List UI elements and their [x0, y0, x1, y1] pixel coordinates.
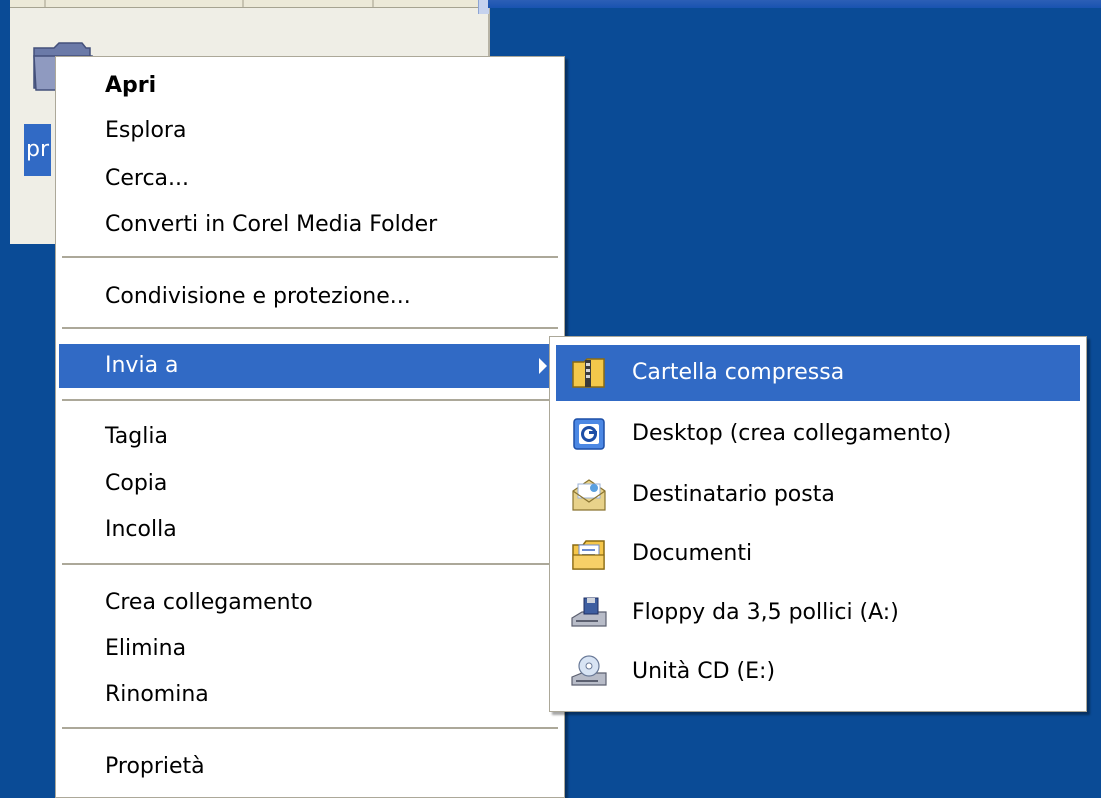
zip-folder-icon: [572, 358, 605, 388]
menu-item-properties[interactable]: Proprietà: [59, 745, 561, 789]
submenu-item-mail-recipient[interactable]: Destinatario posta: [556, 467, 1080, 523]
background-window-column-headers: [0, 0, 488, 8]
submenu-item-label: Destinatario posta: [632, 482, 835, 507]
menu-item-label: Rinomina: [105, 682, 209, 707]
menu-separator: [62, 727, 558, 729]
menu-item-open[interactable]: Apri: [59, 64, 561, 108]
submenu-item-documents[interactable]: Documenti: [556, 526, 1080, 582]
menu-item-label: Elimina: [105, 636, 187, 661]
submenu-item-label: Unità CD (E:): [632, 659, 776, 684]
context-menu: Apri Esplora Cerca... Converti in Corel …: [55, 56, 565, 798]
desktop-folder-label: pr: [24, 124, 52, 176]
menu-item-sharing-security[interactable]: Condivisione e protezione...: [59, 275, 561, 319]
send-to-submenu: Cartella compressa Desktop (crea collega…: [549, 336, 1087, 712]
menu-item-copy[interactable]: Copia: [59, 462, 561, 506]
floppy-drive-icon: [571, 597, 607, 627]
submenu-item-desktop-shortcut[interactable]: Desktop (crea collegamento): [556, 406, 1080, 462]
menu-item-label: Taglia: [105, 424, 168, 449]
column-separator: [44, 0, 46, 7]
menu-item-cut[interactable]: Taglia: [59, 415, 561, 459]
submenu-item-label: Floppy da 3,5 pollici (A:): [632, 600, 899, 625]
menu-item-search[interactable]: Cerca...: [59, 157, 561, 201]
desktop-edge: [0, 0, 10, 244]
menu-separator: [62, 399, 558, 401]
menu-separator: [62, 563, 558, 565]
documents-folder-icon: [572, 540, 605, 570]
submenu-item-label: Documenti: [632, 541, 753, 566]
menu-item-convert-corel[interactable]: Converti in Corel Media Folder: [59, 203, 561, 247]
submenu-item-label: Cartella compressa: [632, 360, 845, 385]
column-separator: [372, 0, 374, 7]
cd-drive-icon: [571, 655, 607, 686]
menu-item-label: Cerca...: [105, 166, 190, 191]
menu-separator: [62, 256, 558, 258]
desktop-shortcut-icon: [573, 418, 605, 450]
submenu-arrow-icon: [539, 358, 547, 374]
menu-item-create-shortcut[interactable]: Crea collegamento: [59, 581, 561, 625]
menu-item-label: Invia a: [105, 353, 179, 378]
menu-item-label: Condivisione e protezione...: [105, 284, 411, 309]
menu-item-label: Copia: [105, 471, 168, 496]
desktop-top-strip: [488, 0, 1101, 8]
menu-item-explore[interactable]: Esplora: [59, 109, 561, 153]
menu-item-label: Proprietà: [105, 754, 205, 779]
mail-recipient-icon: [572, 479, 606, 511]
submenu-item-floppy[interactable]: Floppy da 3,5 pollici (A:): [556, 585, 1080, 641]
menu-item-label: Apri: [105, 73, 157, 98]
menu-item-paste[interactable]: Incolla: [59, 508, 561, 552]
menu-item-label: Crea collegamento: [105, 590, 313, 615]
menu-item-delete[interactable]: Elimina: [59, 627, 561, 671]
column-separator: [242, 0, 244, 7]
menu-item-label: Converti in Corel Media Folder: [105, 212, 438, 237]
menu-item-label: Esplora: [105, 118, 187, 143]
menu-item-rename[interactable]: Rinomina: [59, 673, 561, 717]
submenu-item-cd-drive[interactable]: Unità CD (E:): [556, 644, 1080, 700]
menu-item-send-to[interactable]: Invia a: [59, 344, 561, 388]
menu-separator: [62, 327, 558, 329]
menu-item-label: Incolla: [105, 517, 177, 542]
submenu-item-label: Desktop (crea collegamento): [632, 421, 952, 446]
submenu-item-compressed-folder[interactable]: Cartella compressa: [556, 345, 1080, 401]
